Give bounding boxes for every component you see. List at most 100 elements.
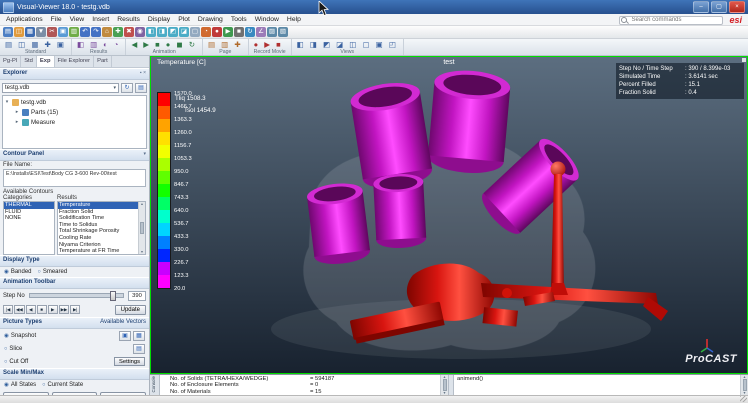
toolbar-icon[interactable]: ◧ — [146, 27, 156, 37]
result-item[interactable]: Solidification Time — [58, 215, 138, 222]
category-item[interactable]: NONE — [4, 215, 54, 222]
panel-close-icon[interactable]: × — [143, 70, 146, 76]
resize-grip[interactable] — [740, 396, 747, 402]
riser-cylinder[interactable] — [306, 181, 371, 267]
toolbar-icon[interactable]: ▧ — [278, 27, 288, 37]
radio-slice[interactable]: ○ Slice — [4, 346, 131, 352]
result-item[interactable]: Temperature — [58, 202, 138, 209]
viewport-corner-icon[interactable] — [742, 58, 746, 62]
maximize-button[interactable]: ▢ — [711, 1, 727, 13]
toolbar-icon[interactable]: ◩ — [168, 27, 178, 37]
toolbar-group-icons[interactable]: ▤ ▥ ✚ — [208, 40, 243, 49]
toolbar-group[interactable]: ◀ ▶ ■ ● ◼ ↻ Animation — [126, 39, 203, 55]
radio-snapshot[interactable]: ◉ Snapshot — [4, 333, 117, 339]
scroll-down-icon[interactable]: ▼ — [140, 250, 143, 254]
toolbar-icon[interactable]: ▶ — [223, 27, 233, 37]
result-item[interactable]: Temperature at FR Time — [58, 248, 138, 254]
console-tab[interactable]: Console — [150, 375, 160, 395]
toolbar-group[interactable]: ◧ ▥ ◐ ◔ Results — [72, 39, 126, 55]
command-console[interactable]: animend() — [454, 375, 740, 395]
toolbar-icon[interactable]: ◪ — [179, 27, 189, 37]
menu-item[interactable]: Results — [113, 14, 144, 25]
toolbar-group-icons[interactable]: ◧ ▥ ◐ ◔ — [77, 40, 120, 49]
list-view-icon[interactable]: ▤ — [135, 83, 147, 93]
toolbar-icon[interactable]: ✂ — [47, 27, 57, 37]
results-scrollbar[interactable]: ▲ ▼ — [138, 202, 145, 254]
vector-button-2[interactable]: ▦ — [133, 331, 145, 341]
command-scrollbar[interactable]: ▲ ▼ — [740, 375, 748, 395]
toolbar-icon[interactable]: ▤ — [3, 27, 13, 37]
radio-cutoff[interactable]: ○ Cut Off — [4, 359, 112, 365]
toolbar-group-icons[interactable]: ▤ ◫ ▦ ✚ ▣ — [5, 40, 66, 49]
expander-icon[interactable]: ▸ — [14, 119, 20, 125]
menu-item[interactable]: Help — [283, 14, 305, 25]
expander-icon[interactable]: ▸ — [14, 109, 20, 115]
scrollbar-thumb[interactable] — [743, 379, 747, 391]
transport-button[interactable]: |◀ — [3, 305, 13, 314]
collapse-icon[interactable]: ▾ — [143, 150, 146, 160]
toolbar-icon[interactable]: ⌂ — [102, 27, 112, 37]
result-item[interactable]: Niyama Criterion — [58, 242, 138, 249]
category-item[interactable]: FLUID — [4, 209, 54, 216]
toolbar-icon[interactable]: ▼ — [36, 27, 46, 37]
step-value[interactable]: 390 — [128, 291, 146, 301]
menu-item[interactable]: Applications — [2, 14, 47, 25]
toolbar-icon[interactable]: ↶ — [80, 27, 90, 37]
transport-button[interactable]: ▶▶ — [59, 305, 70, 314]
menu-item[interactable]: Insert — [88, 14, 113, 25]
toolbar-icon[interactable]: ✚ — [113, 27, 123, 37]
sidebar-tab[interactable]: File Explorer — [55, 56, 95, 67]
viewport[interactable]: test Temperature [C] Tliq 1508.3 Tsol 14… — [150, 56, 748, 374]
menu-item[interactable]: View — [66, 14, 89, 25]
toolbar-group-icons[interactable]: ◀ ▶ ■ ● ◼ ↻ — [131, 40, 197, 49]
pin-icon[interactable]: ▪ — [140, 70, 142, 76]
result-item[interactable]: Total Shrinkage Porosity — [58, 228, 138, 235]
menu-item[interactable]: Display — [144, 14, 174, 25]
transport-button[interactable]: ▶| — [70, 305, 80, 314]
result-item[interactable]: Cooling Rate — [58, 235, 138, 242]
scrollbar-thumb[interactable] — [443, 379, 447, 391]
scrollbar-thumb[interactable] — [140, 222, 144, 234]
console-scrollbar[interactable]: ▲ ▼ — [440, 375, 448, 395]
toolbar-icon[interactable]: ▨ — [267, 27, 277, 37]
toolbar-icon[interactable]: ◉ — [135, 27, 145, 37]
slider-thumb[interactable] — [110, 291, 116, 301]
toolbar-icon[interactable]: ▢ — [190, 27, 200, 37]
update-button[interactable]: Update — [115, 305, 146, 315]
toolbar-icon[interactable]: ↻ — [245, 27, 255, 37]
toolbar-group[interactable]: ▤ ▥ ✚ Page — [203, 39, 249, 55]
toolbar-icon[interactable]: ✖ — [124, 27, 134, 37]
menu-item[interactable]: Drawing — [194, 14, 227, 25]
model-selector[interactable]: testg.vdb ▾ — [2, 83, 119, 93]
menu-item[interactable]: Tools — [227, 14, 251, 25]
toolbar-icon[interactable]: ■ — [234, 27, 244, 37]
search-input[interactable] — [619, 16, 723, 25]
riser-cylinder[interactable] — [427, 68, 512, 176]
scroll-up-icon[interactable]: ▲ — [140, 202, 143, 206]
toolbar-group[interactable]: ● ▶ ■ Record Movie — [249, 39, 292, 55]
transport-button[interactable]: ■ — [37, 305, 47, 314]
sidebar-tab[interactable]: Std — [21, 56, 37, 67]
toolbar-group-icons[interactable]: ◧ ◨ ◩ ◪ ◫ ▢ ▣ ◰ — [297, 40, 398, 49]
menu-item[interactable]: Plot — [174, 14, 194, 25]
toolbar-group[interactable]: ◧ ◨ ◩ ◪ ◫ ▢ ▣ ◰ Views — [292, 39, 404, 55]
vector-button-1[interactable]: ▣ — [119, 331, 131, 341]
tree-item-root[interactable]: ▾ testg.vdb — [4, 97, 145, 107]
menu-item[interactable]: File — [47, 14, 66, 25]
search-box[interactable] — [619, 16, 723, 25]
toolbar-icon[interactable]: ▦ — [25, 27, 35, 37]
sidebar-tab[interactable]: Pg-Pl — [0, 56, 21, 67]
riser-cylinder[interactable] — [373, 173, 427, 250]
vector-button-3[interactable]: ▤ — [133, 344, 145, 354]
minimize-button[interactable]: – — [693, 1, 709, 13]
toolbar-icon[interactable]: ▥ — [69, 27, 79, 37]
step-slider[interactable] — [29, 293, 124, 298]
tree-item-measure[interactable]: ▸ Measure — [4, 117, 145, 127]
refresh-icon[interactable]: ↻ — [121, 83, 133, 93]
toolbar-icon[interactable]: ◔ — [201, 27, 211, 37]
expander-icon[interactable]: ▾ — [4, 99, 10, 105]
transport-button[interactable]: ◀◀ — [14, 305, 25, 314]
category-item[interactable]: THERMAL — [4, 202, 54, 209]
toolbar-icon[interactable]: ◨ — [157, 27, 167, 37]
radio-scale[interactable]: ◉ All States — [4, 382, 36, 388]
